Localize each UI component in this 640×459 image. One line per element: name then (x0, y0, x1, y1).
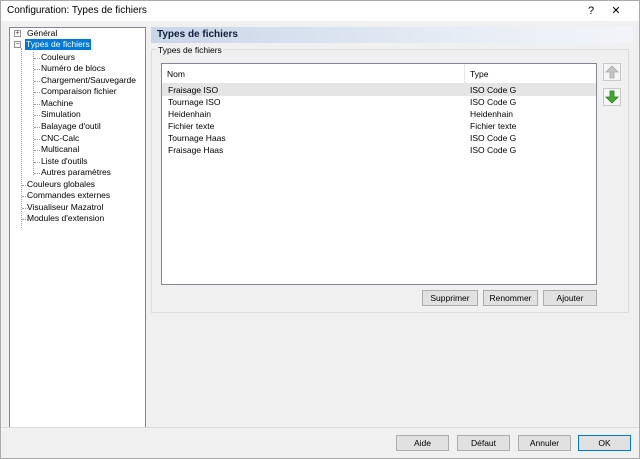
row-type: ISO Code G (470, 97, 517, 107)
row-name: Fichier texte (168, 121, 215, 131)
move-down-button[interactable] (603, 88, 621, 106)
tree-item-cnc-calc[interactable]: CNC-Calc (40, 133, 80, 144)
row-name: Tournage Haas (168, 133, 226, 143)
tree-item-mazatrol-viewer[interactable]: Visualiseur Mazatrol (26, 202, 104, 213)
delete-button[interactable]: Supprimer (422, 290, 478, 306)
group-label: Types de fichiers (156, 45, 224, 55)
tree-item-colors[interactable]: Couleurs (40, 52, 76, 63)
move-up-button[interactable] (603, 63, 621, 81)
tree-connector (33, 52, 34, 175)
row-name: Fraisage ISO (168, 85, 219, 95)
arrow-down-icon (605, 90, 619, 104)
column-header-name[interactable]: Nom (162, 64, 465, 84)
rename-button[interactable]: Renommer (483, 290, 538, 306)
tree-item-global-colors[interactable]: Couleurs globales (26, 179, 96, 190)
list-row[interactable]: Heidenhain Heidenhain (162, 108, 596, 120)
expand-toggle-general[interactable]: + (14, 30, 21, 37)
row-type: ISO Code G (470, 145, 517, 155)
window-title: Configuration: Types de fichiers (7, 5, 147, 16)
list-row[interactable]: Tournage ISO ISO Code G (162, 96, 596, 108)
help-footer-button[interactable]: Aide (396, 435, 449, 451)
settings-tree[interactable]: + − Général Types de fichiers Couleurs N… (9, 27, 146, 428)
default-button[interactable]: Défaut (457, 435, 510, 451)
footer-separator (1, 427, 639, 428)
row-type: ISO Code G (470, 85, 517, 95)
list-row[interactable]: Tournage Haas ISO Code G (162, 132, 596, 144)
column-header-type[interactable]: Type (465, 64, 596, 84)
tree-item-multichannel[interactable]: Multicanal (40, 144, 80, 155)
title-bar: Configuration: Types de fichiers ? ✕ (1, 1, 639, 21)
row-type: Fichier texte (470, 121, 517, 131)
arrow-up-icon (605, 65, 619, 79)
tree-item-machine[interactable]: Machine (40, 98, 74, 109)
close-button[interactable]: ✕ (601, 1, 631, 21)
configuration-dialog: Configuration: Types de fichiers ? ✕ + −… (0, 0, 640, 459)
list-row[interactable]: Fraisage ISO ISO Code G (162, 84, 596, 96)
tree-item-external-commands[interactable]: Commandes externes (26, 190, 111, 201)
row-name: Heidenhain (168, 109, 212, 119)
list-row[interactable]: Fichier texte Fichier texte (162, 120, 596, 132)
list-row[interactable]: Fraisage Haas ISO Code G (162, 144, 596, 156)
tree-item-file-types[interactable]: Types de fichiers (25, 39, 91, 50)
add-button[interactable]: Ajouter (543, 290, 597, 306)
tree-item-tool-list[interactable]: Liste d'outils (40, 156, 89, 167)
tree-item-other-params[interactable]: Autres paramètres (40, 167, 112, 178)
list-header: Nom Type (162, 64, 596, 84)
row-type: Heidenhain (470, 109, 514, 119)
row-name: Tournage ISO (168, 97, 221, 107)
tree-item-simulation[interactable]: Simulation (40, 109, 82, 120)
panel-header: Types de fichiers (151, 27, 633, 43)
tree-item-general[interactable]: Général (26, 28, 58, 39)
ok-button[interactable]: OK (578, 435, 631, 451)
cancel-button[interactable]: Annuler (518, 435, 571, 451)
tree-connector (21, 48, 22, 228)
tree-item-file-compare[interactable]: Comparaison fichier (40, 86, 118, 97)
tree-item-tool-sweep[interactable]: Balayage d'outil (40, 121, 102, 132)
row-name: Fraisage Haas (168, 145, 224, 155)
row-type: ISO Code G (470, 133, 517, 143)
file-types-list[interactable]: Nom Type Fraisage ISO ISO Code G Tournag… (161, 63, 597, 285)
tree-item-load-save[interactable]: Chargement/Sauvegarde (40, 75, 137, 86)
tree-item-block-numbers[interactable]: Numéro de blocs (40, 63, 106, 74)
expand-toggle-file-types[interactable]: − (14, 41, 21, 48)
tree-item-extension-modules[interactable]: Modules d'extension (26, 213, 105, 224)
